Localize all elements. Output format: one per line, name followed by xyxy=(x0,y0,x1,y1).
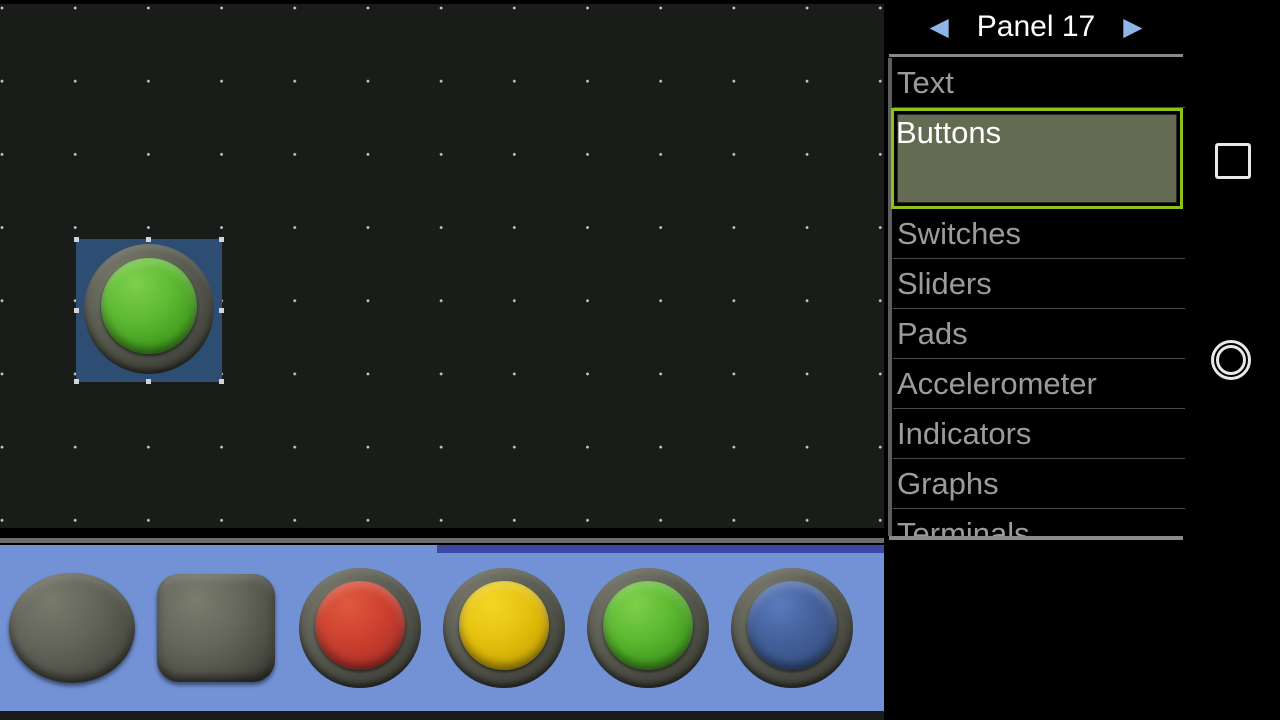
sidebar-item-label: Pads xyxy=(897,315,968,351)
resize-handle-top-right[interactable] xyxy=(219,237,224,242)
palette-horizontal-scrollbar[interactable] xyxy=(437,545,884,553)
resize-handle-bottom-center[interactable] xyxy=(146,379,151,384)
widget-palette[interactable] xyxy=(0,545,884,711)
widget-category-list[interactable]: Text Buttons Switches Sliders Pads Accel… xyxy=(887,58,1185,538)
canvas-green-round-button[interactable] xyxy=(84,244,214,374)
sidebar-item-text[interactable]: Text xyxy=(893,58,1185,108)
blue-round-button-icon xyxy=(731,568,853,688)
resize-handle-bottom-right[interactable] xyxy=(219,379,224,384)
sidebar-item-sliders[interactable]: Sliders xyxy=(893,259,1185,309)
palette-item-yellow-round-button[interactable] xyxy=(432,553,576,703)
recents-icon[interactable] xyxy=(1215,143,1251,179)
sidebar-item-label: Text xyxy=(897,64,954,100)
sidebar-item-label: Buttons xyxy=(896,115,1002,150)
android-navigation-bar xyxy=(1185,0,1280,720)
sidebar-item-label: Terminals xyxy=(897,515,1030,539)
sidebar-item-indicators[interactable]: Indicators xyxy=(893,409,1185,459)
sidebar-item-label: Accelerometer xyxy=(897,365,1097,401)
green-round-button-icon xyxy=(587,568,709,688)
palette-item-blue-round-button[interactable] xyxy=(720,553,864,703)
resize-handle-middle-left[interactable] xyxy=(74,308,79,313)
button-cap xyxy=(458,581,550,670)
sidebar-item-accelerometer[interactable]: Accelerometer xyxy=(893,359,1185,409)
button-cap xyxy=(602,581,694,670)
palette-item-plain-round-button[interactable] xyxy=(0,553,144,703)
category-list-bottom-divider xyxy=(889,536,1183,540)
button-cap xyxy=(314,581,406,670)
palette-item-list xyxy=(0,553,884,703)
sidebar-item-label: Indicators xyxy=(897,415,1032,451)
palette-item-plain-square-button[interactable] xyxy=(144,553,288,703)
sidebar-item-graphs[interactable]: Graphs xyxy=(893,459,1185,509)
sidebar-item-switches[interactable]: Switches xyxy=(893,209,1185,259)
previous-panel-icon[interactable]: ◀ xyxy=(920,14,959,40)
panel-navigation-header: ◀ Panel 17 ▶ xyxy=(887,0,1185,54)
panel-header-divider xyxy=(889,54,1183,57)
panel-title: Panel 17 xyxy=(976,10,1096,43)
sidebar-item-label: Switches xyxy=(897,215,1022,251)
red-round-button-icon xyxy=(299,568,421,688)
sidebar-item-label: Sliders xyxy=(897,265,992,301)
plain-square-button-icon xyxy=(157,574,275,682)
palette-bottom-edge xyxy=(0,711,884,720)
canvas-palette-gap xyxy=(0,528,884,538)
resize-handle-bottom-left[interactable] xyxy=(74,379,79,384)
sidebar-item-pads[interactable]: Pads xyxy=(893,309,1185,359)
home-icon[interactable] xyxy=(1211,340,1251,380)
sidebar-item-terminals[interactable]: Terminals xyxy=(893,509,1185,539)
palette-item-red-round-button[interactable] xyxy=(288,553,432,703)
sidebar-item-buttons[interactable]: Buttons xyxy=(891,108,1183,209)
yellow-round-button-icon xyxy=(443,568,565,688)
button-cap xyxy=(100,258,198,355)
button-cap xyxy=(746,581,838,670)
resize-handle-middle-right[interactable] xyxy=(219,308,224,313)
app-root: ◀ Panel 17 ▶ Text Buttons Switches Slide… xyxy=(0,0,1280,720)
resize-handle-top-left[interactable] xyxy=(74,237,79,242)
panel-canvas[interactable] xyxy=(0,4,887,528)
resize-handle-top-center[interactable] xyxy=(146,237,151,242)
right-sidebar: ◀ Panel 17 ▶ Text Buttons Switches Slide… xyxy=(887,0,1185,720)
palette-item-green-round-button[interactable] xyxy=(576,553,720,703)
next-panel-icon[interactable]: ▶ xyxy=(1113,14,1152,40)
palette-divider xyxy=(0,538,884,543)
sidebar-item-label: Graphs xyxy=(897,465,999,501)
plain-round-button-icon xyxy=(9,573,135,683)
selected-widget-container[interactable] xyxy=(74,237,224,384)
